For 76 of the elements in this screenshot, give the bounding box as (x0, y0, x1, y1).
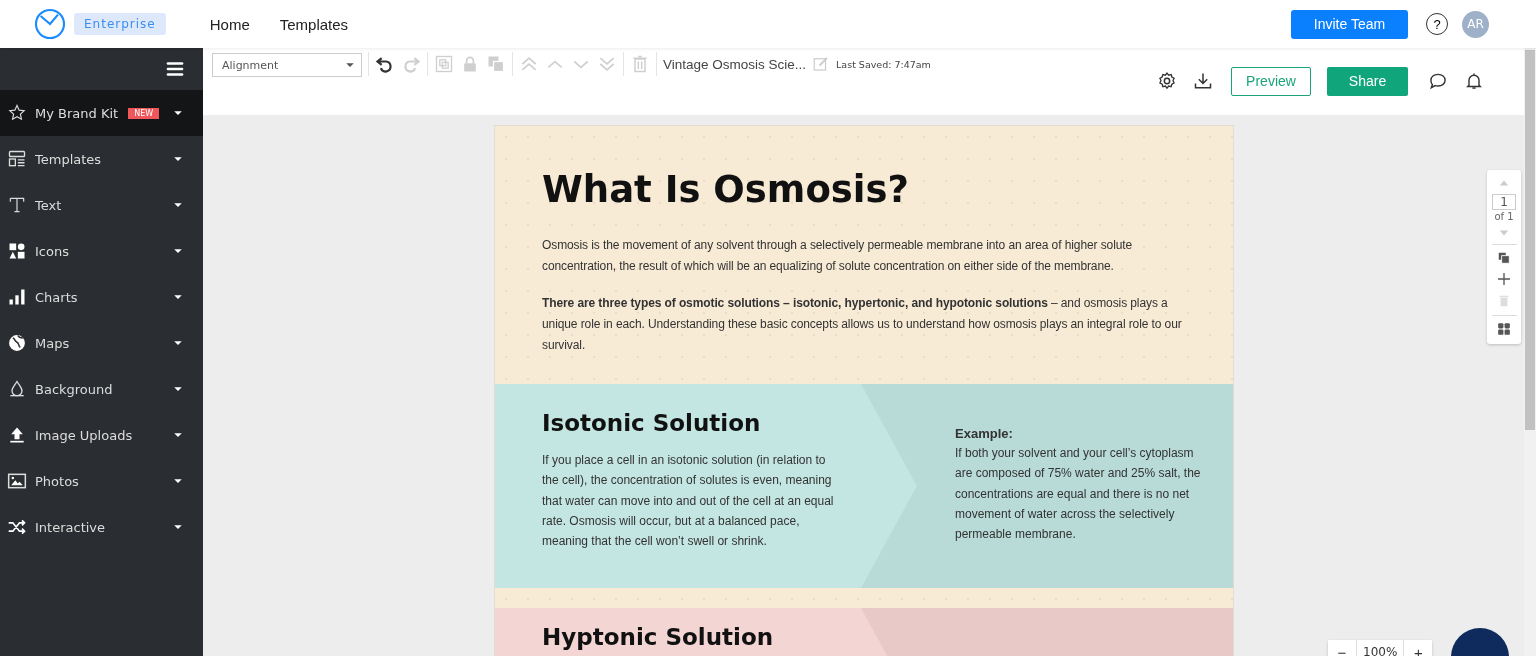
edit-icon (812, 55, 831, 73)
globe-icon (7, 333, 27, 353)
add-icon[interactable] (1496, 271, 1512, 287)
sidebar-label: Charts (35, 289, 78, 305)
caret-icon (173, 338, 183, 348)
section-text: If you place a cell in an isotonic solution (in relation to the cell), the concentration of solutes is even, meaning that water can move into and out of the cell at an equal rate. Osmosis will occur, but at a balanced pace, meaning that the cell won’t swell or shrink. (542, 452, 835, 551)
example-label: Example: (955, 426, 1014, 441)
settings-icon[interactable] (1157, 71, 1177, 91)
sidebar-item[interactable]: Photos (0, 458, 203, 504)
caret-icon (173, 292, 183, 302)
last-saved-text: Last Saved: 7:47am (836, 58, 931, 70)
caret-icon (173, 200, 183, 210)
page-up-icon[interactable] (1497, 178, 1511, 188)
alignment-label: Alignment (222, 58, 279, 72)
sidebar-label: Interactive (35, 519, 106, 535)
caret-icon (173, 522, 183, 532)
menu-icon[interactable] (165, 59, 185, 79)
shuffle-icon (7, 517, 27, 537)
star-icon (7, 103, 27, 123)
trash-icon[interactable] (1497, 293, 1511, 309)
alignment-dropdown[interactable]: Alignment (212, 53, 362, 77)
sidebar-label: Templates (35, 151, 102, 167)
bar-chart-icon (7, 287, 27, 307)
sidebar-item[interactable]: Templates (0, 136, 203, 182)
upload-icon (7, 425, 27, 445)
shapes-icon (7, 241, 27, 261)
zoom-out-button[interactable]: − (1328, 640, 1356, 656)
bell-icon[interactable] (1464, 71, 1484, 91)
sidebar-label: Image Uploads (35, 427, 133, 443)
text-icon (7, 195, 27, 215)
logo-icon (34, 8, 66, 40)
sidebar-item[interactable]: My Brand Kit NEW (0, 90, 203, 136)
caret-icon (173, 430, 183, 440)
invite-team-button[interactable]: Invite Team (1291, 9, 1408, 39)
sidebar-label: Photos (35, 473, 79, 489)
caret-icon (173, 108, 183, 118)
caret-icon (173, 246, 183, 256)
image-icon (7, 471, 27, 491)
document-title[interactable]: Vintage Osmosis Scie... (663, 56, 807, 72)
sidebar-item[interactable]: Interactive (0, 504, 203, 550)
caret-icon (173, 384, 183, 394)
sidebar-item[interactable]: Charts (0, 274, 203, 320)
layout-icon (7, 149, 27, 169)
sidebar-item[interactable]: Maps (0, 320, 203, 366)
comment-icon[interactable] (1428, 71, 1448, 91)
plan-badge: Enterprise (74, 13, 166, 35)
caret-icon (173, 476, 183, 486)
document-heading: What Is Osmosis? (542, 168, 910, 211)
scrollbar-thumb[interactable] (1525, 50, 1535, 430)
new-badge: NEW (128, 107, 160, 119)
sidebar-item[interactable]: Background (0, 366, 203, 412)
sidebar-label: Text (35, 197, 62, 213)
page-number-field[interactable]: 1 (1492, 194, 1516, 210)
duplicate-icon[interactable] (1497, 251, 1511, 265)
sidebar-item[interactable]: Icons (0, 228, 203, 274)
nav-link[interactable]: Templates (279, 15, 349, 33)
sidebar-label: Icons (35, 243, 69, 259)
sidebar-item[interactable]: Text (0, 182, 203, 228)
help-button[interactable]: ? (1426, 13, 1448, 35)
paragraph: There are three types of osmotic solutions – isotonic, hypertonic, and hypotonic solutions – and osmosis plays a unique role in each. Understanding these basic concepts allows us to understand how osmosis plays an integral role to our survival. (542, 295, 1183, 354)
nav-link[interactable]: Home (209, 15, 250, 33)
sidebar-label: Background (35, 381, 113, 397)
section-heading: Isotonic Solution (542, 410, 762, 436)
zoom-in-button[interactable]: + (1404, 640, 1433, 656)
drop-icon (7, 379, 27, 399)
sidebar-label: Maps (35, 335, 70, 351)
grid-icon[interactable] (1497, 322, 1511, 336)
sidebar-item[interactable]: Image Uploads (0, 412, 203, 458)
paragraph: Osmosis is the movement of any solvent through a selectively permeable membrane into an area of higher solute concentration, the result of which will be an equalizing of solute concentration on either side of the membrane. (542, 237, 1134, 275)
example-text: If both your solvent and your cell’s cytoplasm are composed of 75% water and 25% salt, the concentrations are equal and there is no net movement of water across the selectively permeable membrane. (955, 445, 1202, 544)
caret-icon (173, 154, 183, 164)
sidebar-label: My Brand Kit (35, 105, 119, 121)
download-icon[interactable] (1193, 71, 1213, 91)
caret-icon (345, 60, 355, 70)
page-count: of 1 (1494, 211, 1514, 222)
section-heading: Hyptonic Solution (542, 624, 775, 650)
